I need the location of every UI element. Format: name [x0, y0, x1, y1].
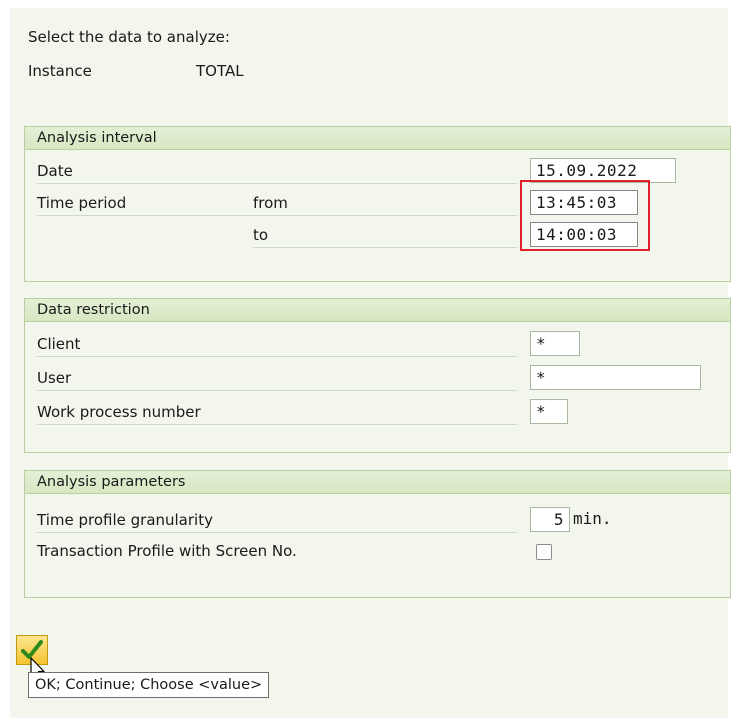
work-process-label: Work process number: [37, 403, 201, 421]
granularity-unit: min.: [573, 509, 612, 528]
time-to-row: to: [253, 223, 517, 248]
selection-screen: Select the data to analyze: Instance TOT…: [10, 8, 731, 718]
client-label: Client: [37, 335, 81, 353]
group-title-analysis-interval: Analysis interval: [25, 127, 730, 150]
analysis-interval-group: Analysis interval Date 15.09.2022 Time p…: [24, 126, 731, 282]
user-label: User: [37, 369, 72, 387]
screen-no-row: Transaction Profile with Screen No.: [37, 539, 517, 563]
from-label: from: [253, 194, 288, 212]
work-process-field[interactable]: *: [530, 399, 568, 424]
user-field[interactable]: *: [530, 365, 701, 390]
time-from-row: Time period from: [37, 191, 517, 216]
date-row: Date: [37, 159, 517, 184]
time-period-label: Time period: [37, 194, 127, 212]
to-label: to: [253, 226, 269, 244]
user-row: User: [37, 366, 517, 391]
granularity-label: Time profile granularity: [37, 511, 213, 529]
instance-value: TOTAL: [196, 62, 244, 80]
time-period-highlight: [520, 180, 650, 251]
instance-label: Instance: [28, 62, 92, 80]
prompt-text: Select the data to analyze:: [28, 28, 230, 46]
screen-no-label: Transaction Profile with Screen No.: [37, 542, 297, 560]
data-restriction-group: Data restriction Client * User * Work pr…: [24, 298, 731, 453]
analysis-parameters-group: Analysis parameters Time profile granula…: [24, 470, 731, 598]
group-title-analysis-parameters: Analysis parameters: [25, 471, 730, 494]
date-label: Date: [37, 162, 73, 180]
granularity-row: Time profile granularity: [37, 508, 517, 533]
granularity-field[interactable]: 5: [530, 507, 570, 532]
client-field[interactable]: *: [530, 331, 580, 356]
group-title-data-restriction: Data restriction: [25, 299, 730, 322]
ok-button-tooltip: OK; Continue; Choose <value>: [28, 672, 270, 698]
client-row: Client: [37, 332, 517, 357]
work-process-row: Work process number: [37, 400, 517, 425]
screen-no-checkbox[interactable]: [536, 544, 552, 560]
